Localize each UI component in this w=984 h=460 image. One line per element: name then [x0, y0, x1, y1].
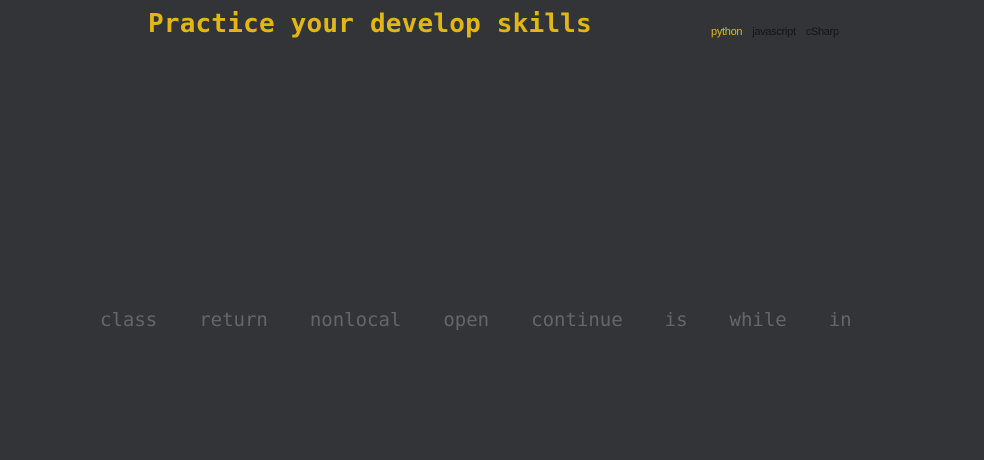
- language-option-javascript[interactable]: javascript: [752, 26, 796, 38]
- word: while: [729, 309, 787, 331]
- word: nonlocal: [309, 309, 402, 331]
- language-option-csharp[interactable]: cSharp: [806, 26, 839, 38]
- word: class: [100, 309, 158, 331]
- page-title: Practice your develop skills: [148, 9, 592, 39]
- word: continue: [531, 309, 623, 331]
- header: Practice your develop skills python java…: [0, 0, 984, 60]
- language-option-python[interactable]: python: [711, 26, 743, 38]
- word: open: [443, 309, 490, 331]
- word: return: [199, 309, 268, 331]
- word: is: [664, 309, 688, 331]
- language-selector: python javascript cSharp: [711, 26, 839, 38]
- typing-practice-page: { "header": { "title": "Practice your de…: [0, 0, 984, 460]
- word: in: [828, 309, 852, 331]
- word-display[interactable]: class return nonlocal open continue is w…: [100, 306, 960, 334]
